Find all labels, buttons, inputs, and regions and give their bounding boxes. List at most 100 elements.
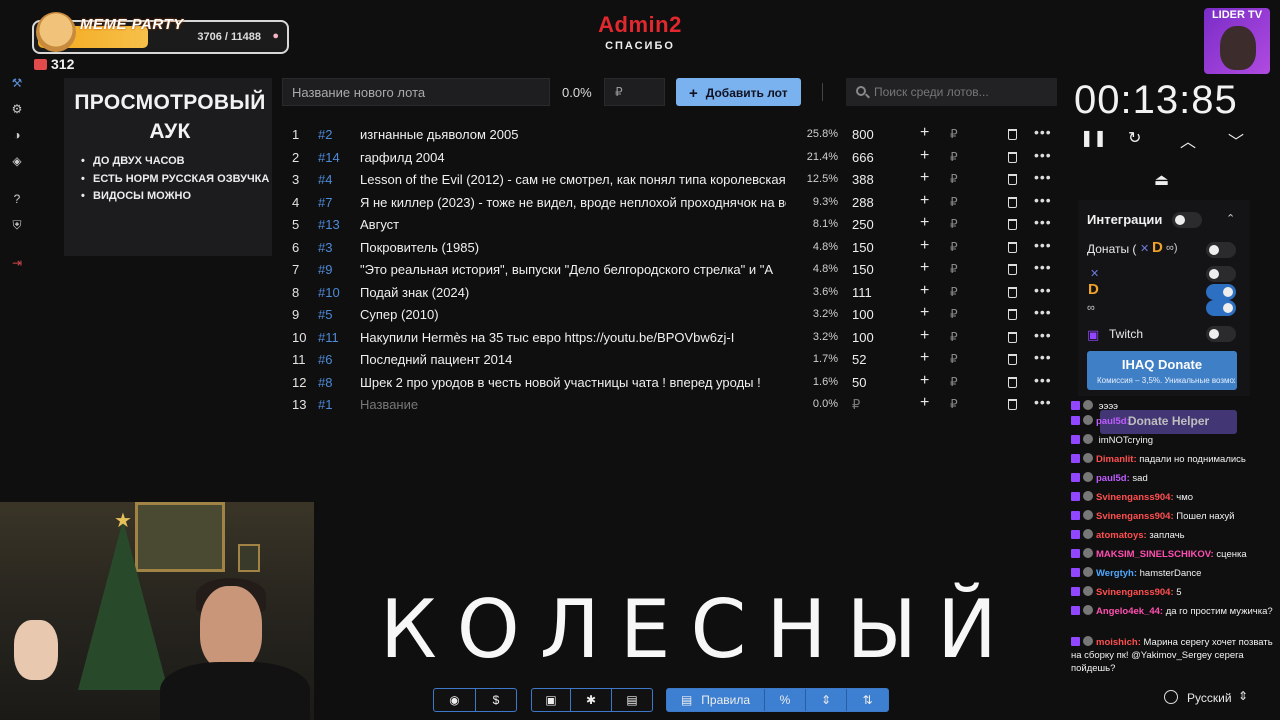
more-icon[interactable]: ••• [1034, 259, 1052, 275]
lot-amount[interactable]: 100 [852, 307, 874, 322]
trash-icon[interactable] [1008, 331, 1017, 343]
layers-icon[interactable]: ◈ [10, 154, 24, 168]
add-lot-button[interactable]: + Добавить лот [676, 78, 801, 106]
integrations-toggle[interactable] [1172, 212, 1202, 228]
lot-name[interactable]: Я не киллер (2023) - тоже не видел, врод… [360, 195, 786, 210]
x-toggle[interactable] [1206, 266, 1236, 282]
ruble-icon[interactable]: ₽ [950, 172, 958, 186]
lot-row[interactable]: 8 #10 Подай знак (2024) 3.6% 111 + ₽ ••• [282, 282, 1058, 304]
plus-icon[interactable]: + [920, 169, 929, 187]
lot-amount[interactable]: 666 [852, 150, 874, 165]
lot-amount[interactable]: 150 [852, 240, 874, 255]
trash-icon[interactable] [1008, 286, 1017, 298]
plus-icon[interactable]: + [920, 394, 929, 412]
lot-row[interactable]: 3 #4 Lesson of the Evil (2012) - сам не см… [282, 169, 1058, 191]
ihaq-donate-button[interactable]: IHAQ Donate Комиссия – 3,5%. Уникальные … [1087, 351, 1237, 390]
language-select[interactable]: Русский ⇕ [1158, 685, 1258, 711]
gear-icon[interactable]: ⚙ [10, 102, 24, 116]
trash-icon[interactable] [1008, 196, 1017, 208]
trash-icon[interactable] [1008, 264, 1017, 275]
chevron-up-icon[interactable]: ⌃ [1226, 212, 1235, 225]
lot-search-input[interactable]: Поиск среди лотов... [846, 78, 1057, 106]
lot-amount[interactable]: 100 [852, 330, 874, 345]
trash-icon[interactable] [1008, 354, 1017, 365]
lot-amount[interactable]: ₽ [852, 397, 860, 413]
trash-icon[interactable] [1008, 219, 1017, 230]
trash-icon[interactable] [1008, 241, 1017, 253]
lot-row[interactable]: 6 #3 Покровитель (1985) 4.8% 150 + ₽ ••• [282, 237, 1058, 259]
trash-icon[interactable] [1008, 151, 1017, 163]
lot-amount[interactable]: 111 [852, 285, 872, 300]
pause-icon[interactable]: ❚❚ [1080, 128, 1107, 148]
ruble-icon[interactable]: ₽ [950, 240, 958, 254]
lot-amount[interactable]: 288 [852, 195, 874, 210]
ruble-icon[interactable]: ₽ [950, 285, 958, 299]
lot-row[interactable]: 2 #14 гарфилд 2004 21.4% 666 + ₽ ••• [282, 147, 1058, 169]
dollar-icon[interactable]: $ [475, 689, 516, 711]
plus-icon[interactable]: + [920, 259, 929, 277]
restart-icon[interactable]: ↻ [1128, 128, 1141, 148]
lot-row[interactable]: 5 #13 Август 8.1% 250 + ₽ ••• [282, 214, 1058, 236]
trash-icon[interactable] [1008, 129, 1017, 140]
more-icon[interactable]: ••• [1034, 349, 1052, 365]
lot-name[interactable]: гарфилд 2004 [360, 150, 786, 165]
lot-amount[interactable]: 150 [852, 262, 874, 277]
ruble-icon[interactable]: ₽ [950, 307, 958, 321]
lot-amount[interactable]: 800 [852, 127, 874, 142]
lot-row[interactable]: 12 #8 Шрек 2 про уродов в честь новой учас… [282, 372, 1058, 394]
trash-list-icon[interactable]: ▤ [611, 689, 652, 711]
donations-toggle[interactable] [1206, 242, 1236, 258]
plus-icon[interactable]: + [920, 214, 929, 232]
lot-amount[interactable]: 388 [852, 172, 874, 187]
plus-icon[interactable]: + [920, 237, 929, 255]
lot-amount[interactable]: 50 [852, 375, 866, 390]
compress-icon[interactable]: ⇕ [805, 689, 846, 711]
help-icon[interactable]: ? [10, 192, 24, 206]
auction-hammer-icon[interactable]: ⚒ [10, 76, 24, 90]
ruble-icon[interactable]: ₽ [950, 127, 958, 141]
shield-icon[interactable]: ⛨ [10, 218, 24, 232]
lot-row[interactable]: 4 #7 Я не киллер (2023) - тоже не видел, в… [282, 192, 1058, 214]
ruble-icon[interactable]: ₽ [950, 150, 958, 164]
more-icon[interactable]: ••• [1034, 304, 1052, 320]
lot-name[interactable]: Название [360, 397, 786, 412]
lot-name[interactable]: Август [360, 217, 786, 232]
lot-row[interactable]: 10 #11 Накупили Hermès на 35 тыс евро http… [282, 327, 1058, 349]
trash-icon[interactable] [1008, 376, 1017, 388]
ruble-icon[interactable]: ₽ [950, 397, 958, 411]
more-icon[interactable]: ••• [1034, 372, 1052, 388]
lot-name[interactable]: Покровитель (1985) [360, 240, 786, 255]
plus-icon[interactable]: + [920, 327, 929, 345]
more-icon[interactable]: ••• [1034, 124, 1052, 140]
ruble-icon[interactable]: ₽ [950, 262, 958, 276]
lot-row[interactable]: 7 #9 "Это реальная история", выпуски "Дело… [282, 259, 1058, 281]
github-icon[interactable]: ◉ [434, 689, 475, 711]
ruble-icon[interactable]: ₽ [950, 195, 958, 209]
plus-icon[interactable]: + [920, 372, 929, 390]
sort-icon[interactable]: ⇅ [846, 689, 888, 711]
collapse-icon[interactable]: ⏏ [1154, 170, 1169, 190]
plus-icon[interactable]: + [920, 124, 929, 142]
trash-icon[interactable] [1008, 399, 1017, 410]
plus-icon[interactable]: + [920, 349, 929, 367]
plus-icon[interactable]: + [920, 304, 929, 322]
lot-name[interactable]: Последний пациент 2014 [360, 352, 786, 367]
ruble-icon[interactable]: ₽ [950, 375, 958, 389]
more-icon[interactable]: ••• [1034, 147, 1052, 163]
ruble-icon[interactable]: ₽ [950, 330, 958, 344]
plus-icon[interactable]: + [920, 147, 929, 165]
window-icon[interactable]: ▣ [532, 689, 570, 711]
plus-icon[interactable]: + [920, 192, 929, 210]
logout-icon[interactable]: ⇥ [10, 256, 24, 270]
rules-button[interactable]: ▤ Правила [667, 689, 764, 711]
new-lot-amount-input[interactable]: ₽ [604, 78, 665, 106]
lot-name[interactable]: Lesson of the Evil (2012) - сам не смотр… [360, 172, 786, 187]
plus-icon[interactable]: + [920, 282, 929, 300]
lot-row[interactable]: 13 #1 Название 0.0% ₽ + ₽ ••• [282, 394, 1058, 416]
more-icon[interactable]: ••• [1034, 327, 1052, 343]
lot-name[interactable]: изгнанные дьяволом 2005 [360, 127, 786, 142]
more-icon[interactable]: ••• [1034, 237, 1052, 253]
chevron-down-icon[interactable]: ﹀ [1228, 128, 1244, 152]
chevron-up-icon[interactable]: ︿ [1180, 128, 1196, 152]
percent-button[interactable]: % [764, 689, 805, 711]
